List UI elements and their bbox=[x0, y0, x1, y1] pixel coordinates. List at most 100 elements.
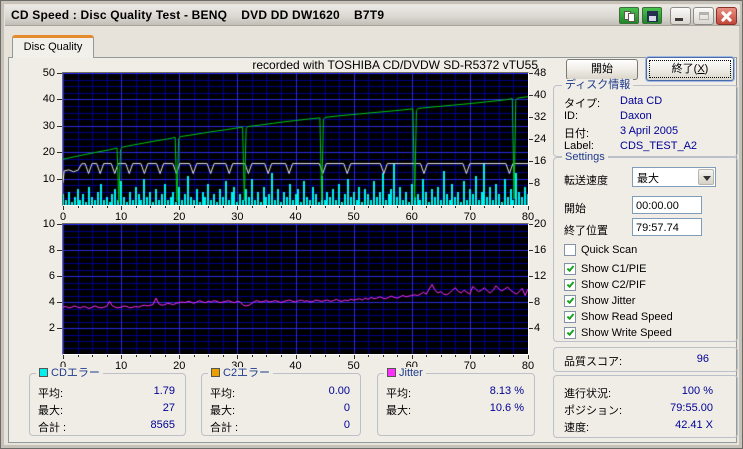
save-button[interactable] bbox=[642, 7, 662, 24]
y-axis-left-label: 50 bbox=[42, 67, 55, 79]
quality-score-value: 96 bbox=[696, 353, 709, 365]
x-axis-tick bbox=[252, 206, 253, 208]
jitter-avg-label: 平均: bbox=[386, 388, 412, 400]
y-axis-tick bbox=[529, 302, 533, 303]
x-axis-tick bbox=[150, 355, 151, 357]
c2-error-legend-swatch bbox=[211, 368, 220, 377]
x-axis-tick bbox=[397, 355, 398, 357]
disc-date-value: 3 April 2005 bbox=[620, 125, 679, 137]
x-axis-tick bbox=[470, 206, 471, 210]
x-axis-tick bbox=[397, 206, 398, 208]
maximize-button[interactable] bbox=[693, 7, 714, 25]
cd-error-group-title: CDエラー bbox=[36, 367, 103, 379]
title-bar[interactable]: CD Speed : Disc Quality Test - BENQ DVD … bbox=[5, 5, 740, 26]
x-axis-label: 10 bbox=[115, 360, 128, 372]
y-axis-right-label: 24 bbox=[534, 133, 547, 145]
start-button[interactable]: 開始 bbox=[566, 59, 638, 80]
x-axis-label: 80 bbox=[521, 360, 535, 372]
x-axis-tick bbox=[412, 355, 413, 359]
x-axis-tick bbox=[339, 355, 340, 357]
plot-frame bbox=[62, 223, 529, 355]
x-axis-label: 50 bbox=[347, 360, 360, 372]
x-axis-tick bbox=[296, 355, 297, 359]
app-window: CD Speed : Disc Quality Test - BENQ DVD … bbox=[0, 0, 743, 449]
checkmark-icon bbox=[566, 328, 575, 336]
x-axis-tick bbox=[296, 206, 297, 210]
progress-value: 100 % bbox=[681, 385, 713, 397]
disc-type-value: Data CD bbox=[620, 95, 663, 107]
cd-max-label: 最大: bbox=[38, 405, 64, 417]
start-pos-label: 開始 bbox=[564, 203, 586, 215]
y-axis-tick bbox=[529, 250, 533, 251]
x-axis-tick bbox=[470, 355, 471, 359]
y-axis-tick bbox=[57, 73, 62, 74]
y-axis-right-label: 12 bbox=[534, 270, 547, 282]
y-axis-tick bbox=[529, 328, 533, 329]
x-axis-tick bbox=[281, 206, 282, 208]
x-axis-tick bbox=[310, 355, 311, 357]
y-axis-tick bbox=[57, 152, 62, 153]
x-axis-tick bbox=[484, 206, 485, 208]
y-axis-left-label: 6 bbox=[48, 270, 55, 282]
minimize-icon bbox=[675, 18, 683, 21]
y-axis-right-label: 8 bbox=[534, 296, 541, 308]
y-axis-left-label: 40 bbox=[42, 93, 55, 106]
x-axis-tick bbox=[325, 355, 326, 357]
cd-avg-value: 1.79 bbox=[153, 385, 175, 397]
checkmark-icon bbox=[566, 296, 575, 304]
cd-total-value: 8565 bbox=[150, 419, 175, 431]
quality-chart-top: 10 20 30 40 50 8 16 24 32 40 48 0 10 20 30 40 50 60 70 80 bbox=[29, 67, 547, 223]
disc-info-title: ディスク情報 bbox=[562, 79, 634, 91]
x-axis-tick bbox=[368, 355, 369, 357]
minimize-button[interactable] bbox=[670, 7, 691, 25]
c2-avg-value: 0.00 bbox=[328, 385, 350, 397]
y-axis-tick bbox=[529, 73, 533, 74]
transfer-speed-select[interactable]: 最大 bbox=[632, 167, 716, 187]
close-button[interactable] bbox=[716, 7, 737, 25]
y-axis-left-label: 8 bbox=[48, 244, 55, 256]
x-axis-tick bbox=[528, 206, 529, 210]
x-axis-tick bbox=[63, 206, 64, 210]
y-axis-left-label: 20 bbox=[42, 146, 55, 159]
jitter-chart-bottom: 2 4 6 8 10 4 8 12 16 20 0 10 20 30 40 50 60 70 80 bbox=[29, 218, 547, 372]
plot-frame bbox=[62, 72, 529, 206]
x-axis-tick bbox=[179, 206, 180, 210]
x-axis-tick bbox=[354, 206, 355, 210]
y-axis-right-label: 16 bbox=[534, 155, 547, 167]
jitter-legend-swatch bbox=[387, 368, 396, 377]
y-axis-tick bbox=[57, 179, 62, 180]
x-axis-tick bbox=[223, 355, 224, 357]
c2-avg-label: 平均: bbox=[210, 388, 236, 400]
checkmark-icon bbox=[566, 264, 575, 272]
exit-button[interactable]: 終了(X) bbox=[646, 57, 734, 81]
y-axis-tick bbox=[529, 161, 533, 162]
position-value: 79:55.00 bbox=[670, 402, 713, 414]
y-axis-tick bbox=[529, 224, 533, 225]
x-axis-tick bbox=[528, 355, 529, 359]
checkmark-icon bbox=[566, 280, 575, 288]
x-axis-label: 70 bbox=[463, 360, 476, 372]
speed-label: 速度: bbox=[564, 422, 590, 434]
x-axis-tick bbox=[339, 206, 340, 208]
jitter-max-value: 10.6 % bbox=[489, 402, 524, 414]
tab-disc-quality[interactable]: Disc Quality bbox=[12, 35, 94, 58]
progress-group: 進行状況: 100 % ポジション: 79:55.00 速度: 42.41 X bbox=[553, 375, 738, 438]
x-axis-tick bbox=[136, 206, 137, 208]
quality-score-group: 品質スコア: 96 bbox=[553, 347, 738, 372]
start-pos-input[interactable] bbox=[632, 196, 702, 214]
c2-error-group-title: C2エラー bbox=[208, 367, 274, 379]
position-label: ポジション: bbox=[564, 405, 623, 417]
x-axis-label: 20 bbox=[173, 360, 186, 372]
save-icon bbox=[647, 11, 658, 22]
x-axis-tick bbox=[426, 355, 427, 357]
jitter-group-title: Jitter bbox=[384, 367, 426, 379]
copy-button[interactable] bbox=[619, 7, 639, 24]
disc-label-value: CDS_TEST_A2 bbox=[620, 140, 698, 152]
x-axis-tick bbox=[194, 355, 195, 357]
end-pos-input[interactable] bbox=[632, 218, 702, 236]
settings-group: Settings 転送速度 最大 開始 終了位置 Quick Scan Show… bbox=[553, 151, 738, 342]
settings-title: Settings bbox=[562, 151, 608, 163]
x-axis-tick bbox=[281, 355, 282, 357]
end-pos-label: 終了位置 bbox=[564, 225, 608, 237]
y-axis-tick bbox=[529, 276, 533, 277]
